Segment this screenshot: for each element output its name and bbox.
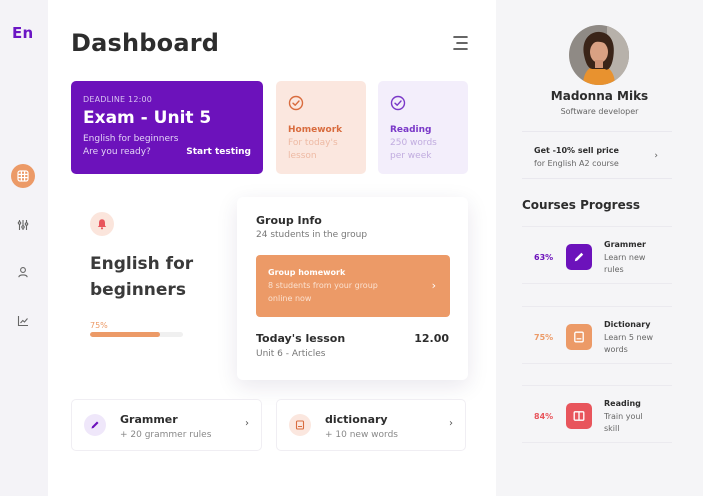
pencil-icon <box>84 414 106 436</box>
page-title: Dashboard <box>71 29 220 57</box>
exam-course: English for beginners <box>83 134 179 144</box>
app-logo[interactable]: En <box>12 24 34 42</box>
progress-item-dictionary[interactable]: 75% Dictionary Learn 5 new words <box>522 306 672 364</box>
grid-icon <box>17 170 29 182</box>
progress-line1: Train youl <box>604 412 643 421</box>
group-homework-line1: 8 students from your group <box>268 281 378 290</box>
progress-name: Dictionary <box>604 320 651 329</box>
grammer-card-title: Grammer <box>120 413 178 426</box>
progress-line1: Learn new <box>604 253 646 262</box>
group-info-card: Group Info 24 students in the group Grou… <box>237 197 468 380</box>
todays-lesson-title: Today's lesson <box>256 332 346 345</box>
grammer-card-subtitle: + 20 grammer rules <box>120 430 212 440</box>
progress-name: Reading <box>604 399 641 408</box>
group-homework-line2: online now <box>268 294 312 303</box>
nav-profile[interactable] <box>11 260 35 284</box>
sliders-icon <box>17 220 29 230</box>
dictionary-card-title: dictionary <box>325 413 388 426</box>
chevron-right-icon: › <box>245 418 249 429</box>
open-book-icon <box>566 403 592 429</box>
progress-line2: skill <box>604 424 620 433</box>
chevron-right-icon: › <box>654 151 658 161</box>
todays-lesson-time: 12.00 <box>414 332 449 345</box>
reading-title: Reading <box>390 125 432 135</box>
promo-offer[interactable]: Get -10% sell price for English A2 cours… <box>522 131 672 179</box>
course-progress-bar <box>90 332 183 337</box>
course-progress-fill <box>90 332 160 337</box>
bell-icon <box>90 212 114 236</box>
check-circle-icon <box>288 95 304 115</box>
course-title-line1: English for <box>90 254 194 274</box>
chevron-right-icon: › <box>431 279 436 292</box>
course-card[interactable]: English for beginners 75% <box>71 195 221 365</box>
user-name: Madonna Miks <box>550 89 649 103</box>
homework-line2: lesson <box>288 151 317 161</box>
exam-question: Are you ready? <box>83 147 151 157</box>
menu-button[interactable] <box>451 35 469 51</box>
check-circle-icon <box>390 95 406 115</box>
hamburger-menu-icon <box>453 36 468 50</box>
chart-icon <box>17 316 28 327</box>
progress-line1: Learn 5 new <box>604 333 654 342</box>
reading-card[interactable]: Reading 250 words per week <box>378 81 468 174</box>
start-testing-button[interactable]: Start testing <box>186 147 251 157</box>
progress-percent: 63% <box>534 253 554 262</box>
progress-item-reading[interactable]: 84% Reading Train youl skill <box>522 385 672 443</box>
exam-title: Exam - Unit 5 <box>83 108 212 128</box>
profile-panel: Madonna Miks Software developer Get -10%… <box>496 0 703 496</box>
progress-percent: 84% <box>534 412 554 421</box>
dictionary-card[interactable]: dictionary + 10 new words › <box>276 399 466 451</box>
course-progress-label: 75% <box>90 321 108 330</box>
sidebar: En <box>0 0 48 496</box>
homework-card[interactable]: Homework For today's lesson <box>276 81 366 174</box>
group-homework-button[interactable]: Group homework 8 students from your grou… <box>256 255 450 317</box>
progress-line2: rules <box>604 265 624 274</box>
course-title-line2: beginners <box>90 280 186 300</box>
nav-statistics[interactable] <box>11 309 35 333</box>
book-icon <box>566 324 592 350</box>
dictionary-card-subtitle: + 10 new words <box>325 430 398 440</box>
book-icon <box>289 414 311 436</box>
user-role: Software developer <box>560 107 639 116</box>
homework-title: Homework <box>288 125 343 135</box>
homework-line1: For today's <box>288 138 338 148</box>
courses-progress-title: Courses Progress <box>522 198 641 212</box>
todays-lesson-subtitle: Unit 6 - Articles <box>256 349 326 359</box>
progress-percent: 75% <box>534 333 554 342</box>
progress-line2: words <box>604 345 628 354</box>
reading-line1: 250 words <box>390 138 437 148</box>
course-title: English for beginners <box>90 251 193 303</box>
group-info-title: Group Info <box>256 214 322 227</box>
nav-settings[interactable] <box>11 213 35 237</box>
progress-item-grammer[interactable]: 63% Grammer Learn new rules <box>522 226 672 284</box>
progress-name: Grammer <box>604 240 646 249</box>
avatar[interactable] <box>569 25 629 85</box>
reading-line2: per week <box>390 151 432 161</box>
exam-card[interactable]: DEADLINE 12:00 Exam - Unit 5 English for… <box>71 81 263 174</box>
chevron-right-icon: › <box>449 418 453 429</box>
promo-subtitle: for English A2 course <box>534 159 619 168</box>
group-homework-title: Group homework <box>268 268 346 277</box>
grammer-card[interactable]: Grammer + 20 grammer rules › <box>71 399 262 451</box>
group-info-subtitle: 24 students in the group <box>256 230 368 240</box>
user-icon <box>18 267 28 278</box>
pencil-icon <box>566 244 592 270</box>
nav-dashboard[interactable] <box>11 164 35 188</box>
exam-deadline: DEADLINE 12:00 <box>83 95 153 104</box>
promo-title: Get -10% sell price <box>534 146 619 155</box>
